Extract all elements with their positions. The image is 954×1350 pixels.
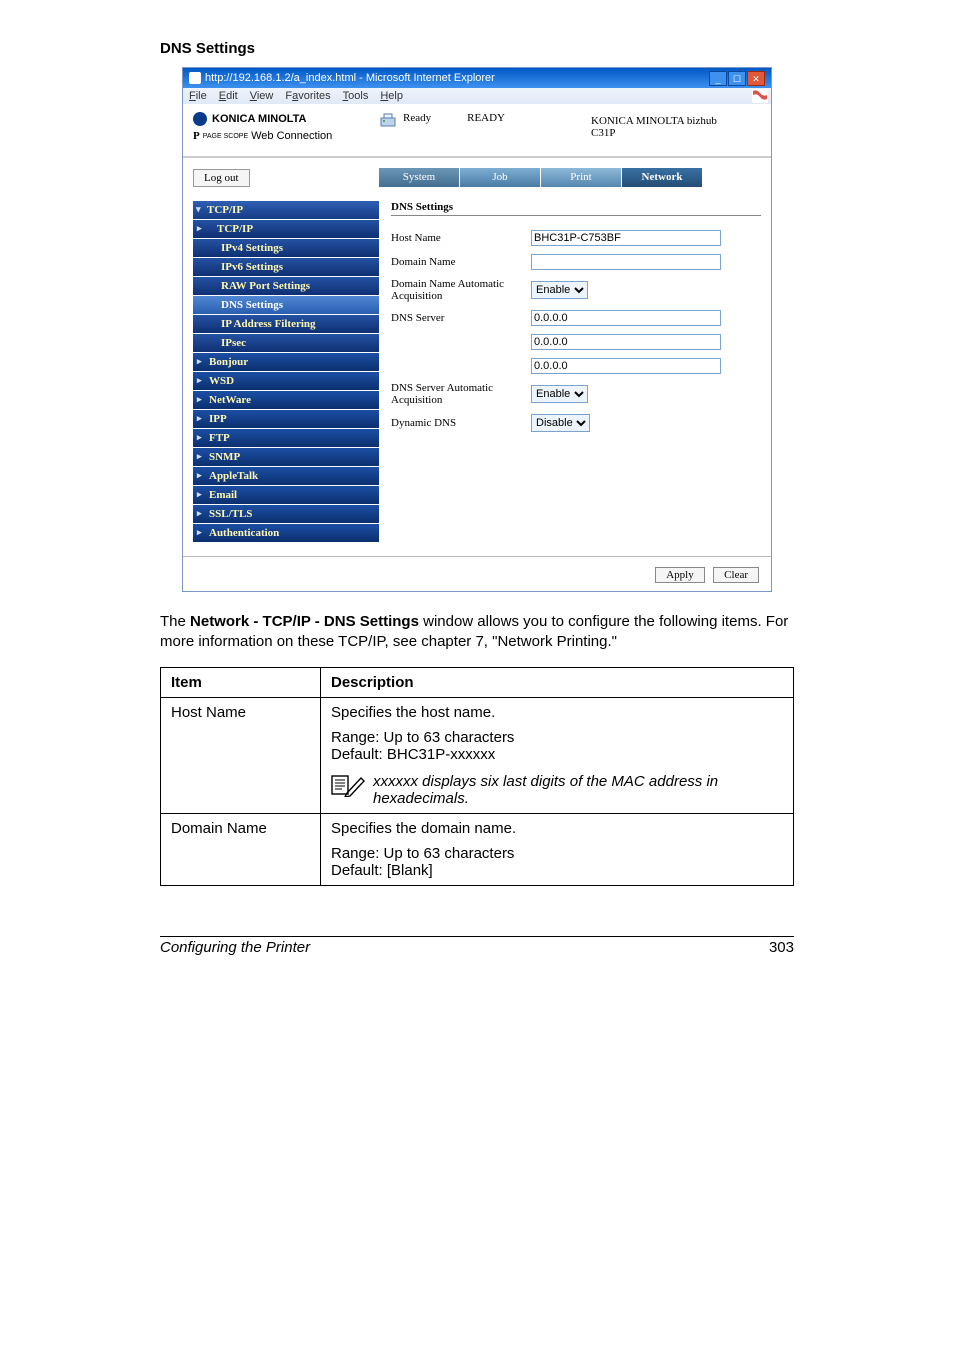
- domain-name-input[interactable]: [531, 254, 721, 270]
- tab-job[interactable]: Job: [460, 168, 540, 187]
- sidebar-item-ssltls[interactable]: SSL/TLS: [193, 505, 379, 523]
- logout-button[interactable]: Log out: [193, 169, 250, 187]
- brand-title: KONICA MINOLTA: [193, 112, 379, 126]
- domain-auto-select[interactable]: Enable: [531, 281, 588, 299]
- maximize-button[interactable]: ☐: [728, 71, 746, 86]
- menu-help[interactable]: Help: [380, 90, 403, 102]
- screenshot-container: http://192.168.1.2/a_index.html - Micros…: [182, 67, 772, 592]
- sidebar-item-ipv6[interactable]: IPv6 Settings: [193, 258, 379, 276]
- table-cell-item: Domain Name: [161, 813, 321, 885]
- menu-tools[interactable]: Tools: [343, 90, 369, 102]
- menu-view[interactable]: View: [250, 90, 274, 102]
- page-footer: Configuring the Printer 303: [160, 936, 794, 956]
- sidebar-item-tcpip-sub[interactable]: TCP/IP: [193, 220, 379, 238]
- window-buttons: _ ☐ ✕: [709, 71, 765, 86]
- dns-server-3-input[interactable]: [531, 358, 721, 374]
- tab-system[interactable]: System: [379, 168, 459, 187]
- sidebar-item-ipfilter[interactable]: IP Address Filtering: [193, 315, 379, 333]
- sidebar-item-tcpip[interactable]: TCP/IP: [193, 201, 379, 219]
- dns-auto-label: DNS Server Automatic Acquisition: [391, 382, 531, 406]
- dyndns-label: Dynamic DNS: [391, 417, 531, 429]
- ie-logo-icon: [752, 89, 768, 103]
- panel-title: DNS Settings: [391, 201, 761, 216]
- dns-auto-select[interactable]: Enable: [531, 385, 588, 403]
- menu-file[interactable]: File: [189, 90, 207, 102]
- tab-network[interactable]: Network: [622, 168, 702, 187]
- page-number: 303: [769, 939, 794, 956]
- brand-globe-icon: [193, 112, 207, 126]
- sidebar-item-ipsec[interactable]: IPsec: [193, 334, 379, 352]
- sidebar-item-ipp[interactable]: IPP: [193, 410, 379, 428]
- description-paragraph: The Network - TCP/IP - DNS Settings wind…: [160, 612, 794, 653]
- footer-title: Configuring the Printer: [160, 939, 310, 956]
- description-bold: Network - TCP/IP - DNS Settings: [190, 613, 419, 630]
- dns-server-label: DNS Server: [391, 312, 531, 324]
- button-row: Apply Clear: [183, 556, 771, 591]
- sidebar-item-email[interactable]: Email: [193, 486, 379, 504]
- sidebar-item-auth[interactable]: Authentication: [193, 524, 379, 542]
- section-title: DNS Settings: [160, 40, 894, 57]
- sidebar-item-raw[interactable]: RAW Port Settings: [193, 277, 379, 295]
- nav-row: Log out System Job Print Network: [183, 158, 771, 197]
- sidebar-item-ftp[interactable]: FTP: [193, 429, 379, 447]
- main-tabs: System Job Print Network: [379, 168, 702, 187]
- apply-button[interactable]: Apply: [655, 567, 705, 583]
- model-name: KONICA MINOLTA bizhub C31P: [591, 112, 761, 142]
- host-name-label: Host Name: [391, 232, 531, 244]
- note-icon: [331, 773, 365, 797]
- clear-button[interactable]: Clear: [713, 567, 759, 583]
- minimize-button[interactable]: _: [709, 71, 727, 86]
- ie-menubar: File Edit View Favorites Tools Help: [183, 88, 771, 104]
- sidebar-item-appletalk[interactable]: AppleTalk: [193, 467, 379, 485]
- tab-print[interactable]: Print: [541, 168, 621, 187]
- close-button[interactable]: ✕: [747, 71, 765, 86]
- sidebar-item-dns[interactable]: DNS Settings: [193, 296, 379, 314]
- page-header: KONICA MINOLTA PPAGE SCOPE Web Connectio…: [183, 104, 771, 158]
- table-row: Domain Name Specifies the domain name. R…: [161, 813, 794, 885]
- sidebar-item-wsd[interactable]: WSD: [193, 372, 379, 390]
- printer-icon: [379, 112, 397, 128]
- sidebar-item-snmp[interactable]: SNMP: [193, 448, 379, 466]
- table-header-description: Description: [321, 667, 794, 697]
- dyndns-select[interactable]: Disable: [531, 414, 590, 432]
- table-cell-desc: Specifies the host name. Range: Up to 63…: [321, 697, 794, 813]
- host-name-input[interactable]: [531, 230, 721, 246]
- sidebar-item-ipv4[interactable]: IPv4 Settings: [193, 239, 379, 257]
- sidebar: TCP/IP TCP/IP IPv4 Settings IPv6 Setting…: [193, 201, 379, 542]
- status-block: Ready READY: [379, 112, 591, 142]
- description-table: Item Description Host Name Specifies the…: [160, 667, 794, 886]
- browser-title: http://192.168.1.2/a_index.html - Micros…: [205, 72, 495, 84]
- ie-titlebar: http://192.168.1.2/a_index.html - Micros…: [183, 68, 771, 88]
- dns-server-2-input[interactable]: [531, 334, 721, 350]
- menu-favorites[interactable]: Favorites: [285, 90, 330, 102]
- menu-edit[interactable]: Edit: [219, 90, 238, 102]
- table-cell-item: Host Name: [161, 697, 321, 813]
- table-row: Host Name Specifies the host name. Range…: [161, 697, 794, 813]
- domain-name-label: Domain Name: [391, 256, 531, 268]
- sidebar-item-netware[interactable]: NetWare: [193, 391, 379, 409]
- content-panel: DNS Settings Host Name Domain Name Domai…: [379, 201, 761, 542]
- domain-auto-label: Domain Name Automatic Acquisition: [391, 278, 531, 302]
- table-cell-desc: Specifies the domain name. Range: Up to …: [321, 813, 794, 885]
- webconnection-title: PPAGE SCOPE Web Connection: [193, 130, 379, 142]
- dns-server-1-input[interactable]: [531, 310, 721, 326]
- ie-app-icon: [189, 72, 201, 84]
- sidebar-item-bonjour[interactable]: Bonjour: [193, 353, 379, 371]
- table-header-item: Item: [161, 667, 321, 697]
